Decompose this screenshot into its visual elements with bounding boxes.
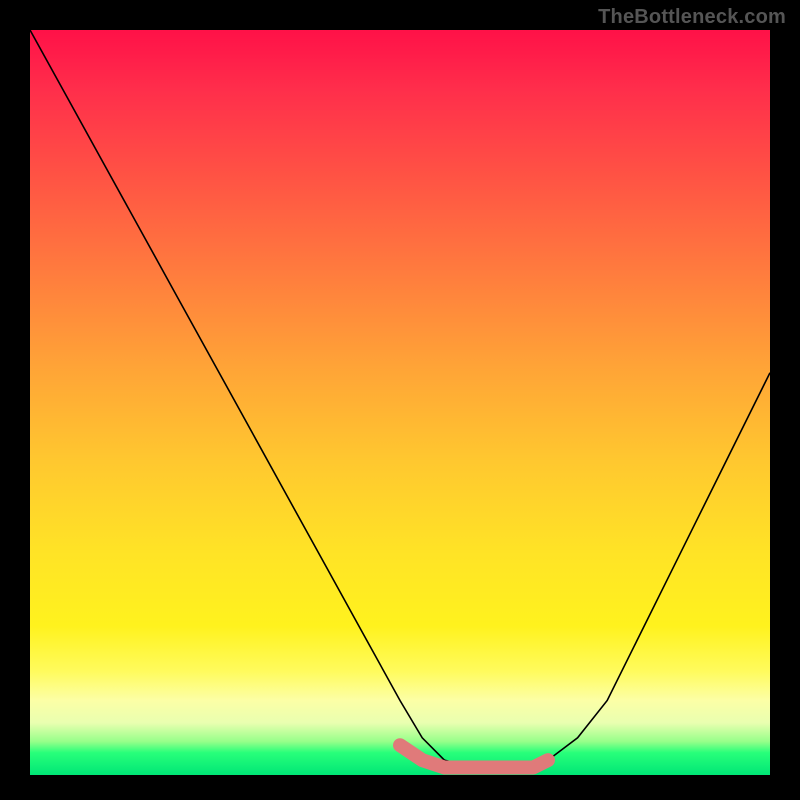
curve-line: [30, 30, 770, 768]
chart-overlay: [30, 30, 770, 775]
plot-area: [30, 30, 770, 775]
watermark-text: TheBottleneck.com: [598, 6, 786, 29]
chart-frame: TheBottleneck.com: [0, 0, 800, 800]
bottom-band-line: [400, 745, 548, 767]
